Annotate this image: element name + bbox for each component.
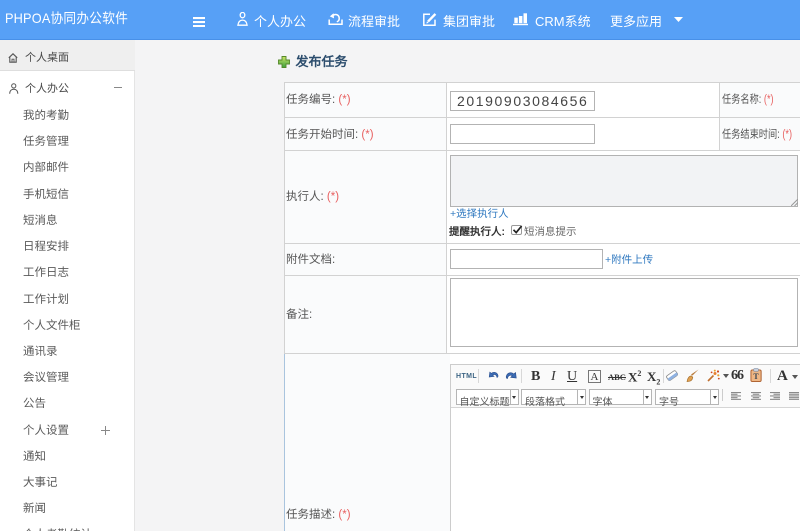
svg-text:T: T [753,372,759,381]
